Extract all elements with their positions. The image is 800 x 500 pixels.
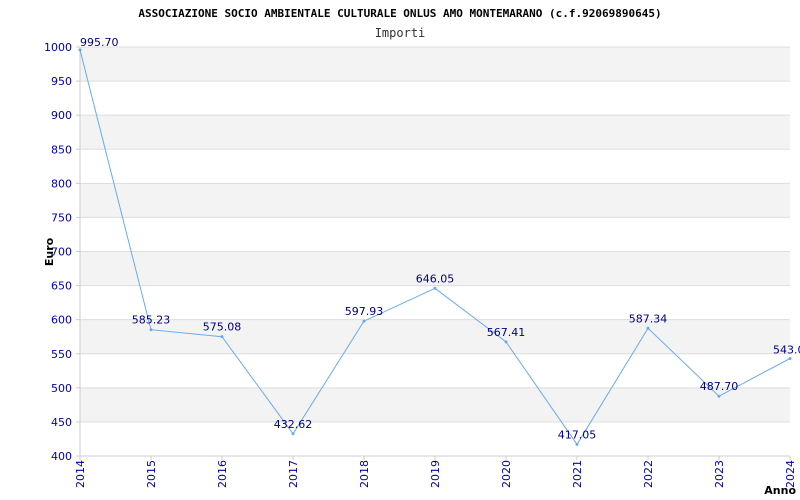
- data-points: [78, 48, 792, 446]
- data-label: 995.70: [80, 36, 119, 49]
- y-tick-label: 550: [51, 348, 72, 361]
- x-tick-label: 2022: [642, 460, 655, 488]
- data-point: [646, 326, 650, 330]
- y-tick-label: 500: [51, 382, 72, 395]
- data-label: 575.08: [203, 321, 242, 334]
- x-tick-label: 2023: [713, 460, 726, 488]
- line-chart: 4004505005506006507007508008509009501000…: [43, 7, 800, 497]
- x-tick-label: 2014: [74, 460, 87, 488]
- y-axis-title: Euro: [43, 237, 56, 266]
- data-point: [575, 442, 579, 446]
- chart-container: 400 450 500 550 600 650 700 750 800 850 900 950 1000…: [0, 0, 800, 500]
- data-label: 587.34: [629, 312, 668, 325]
- grid-band: [80, 319, 790, 354]
- series-line: [79, 49, 791, 446]
- x-tick-label: 2019: [429, 460, 442, 488]
- grid-band: [80, 183, 790, 218]
- data-labels: 995.70 585.23 575.08 432.62 597.93 646.05 567.…: [80, 36, 800, 441]
- data-label: 417.05: [558, 428, 597, 441]
- chart-subtitle: Importi: [375, 26, 426, 40]
- x-tick-label: 2016: [216, 460, 229, 488]
- y-tick-label: 950: [51, 75, 72, 88]
- data-label: 487.70: [700, 380, 739, 393]
- grid-band: [80, 47, 790, 82]
- x-tick-label: 2017: [287, 460, 300, 488]
- y-tick-label: 650: [51, 280, 72, 293]
- x-tick-label: 2021: [571, 460, 584, 488]
- x-tick-label: 2018: [358, 460, 371, 488]
- data-point: [362, 319, 366, 323]
- y-tick-label: 450: [51, 416, 72, 429]
- chart-title: ASSOCIAZIONE SOCIO AMBIENTALE CULTURALE …: [138, 7, 661, 20]
- y-tick-label: 1000: [44, 41, 72, 54]
- data-label: 585.23: [132, 314, 171, 327]
- data-label: 597.93: [345, 305, 384, 318]
- grid-band: [80, 387, 790, 422]
- x-axis-title: Anno: [764, 484, 796, 497]
- data-point: [291, 432, 295, 436]
- grid-band: [80, 115, 790, 150]
- data-point: [433, 286, 437, 290]
- data-point: [717, 394, 721, 398]
- data-label: 543.0: [773, 344, 800, 357]
- data-label: 646.05: [416, 272, 455, 285]
- data-point: [149, 328, 153, 332]
- y-tick-label: 750: [51, 211, 72, 224]
- x-tick-label: 2015: [145, 460, 158, 488]
- grid-bands: [80, 47, 790, 422]
- data-label: 432.62: [274, 418, 313, 431]
- data-point: [220, 335, 224, 339]
- data-label: 567.41: [487, 326, 526, 339]
- data-point: [504, 340, 508, 344]
- x-tick-label: 2020: [500, 460, 513, 488]
- y-tick-label: 900: [51, 109, 72, 122]
- y-tick-label: 600: [51, 314, 72, 327]
- data-point: [788, 357, 792, 361]
- y-tick-label: 800: [51, 177, 72, 190]
- y-tick-label: 400: [51, 450, 72, 463]
- y-tick-label: 850: [51, 143, 72, 156]
